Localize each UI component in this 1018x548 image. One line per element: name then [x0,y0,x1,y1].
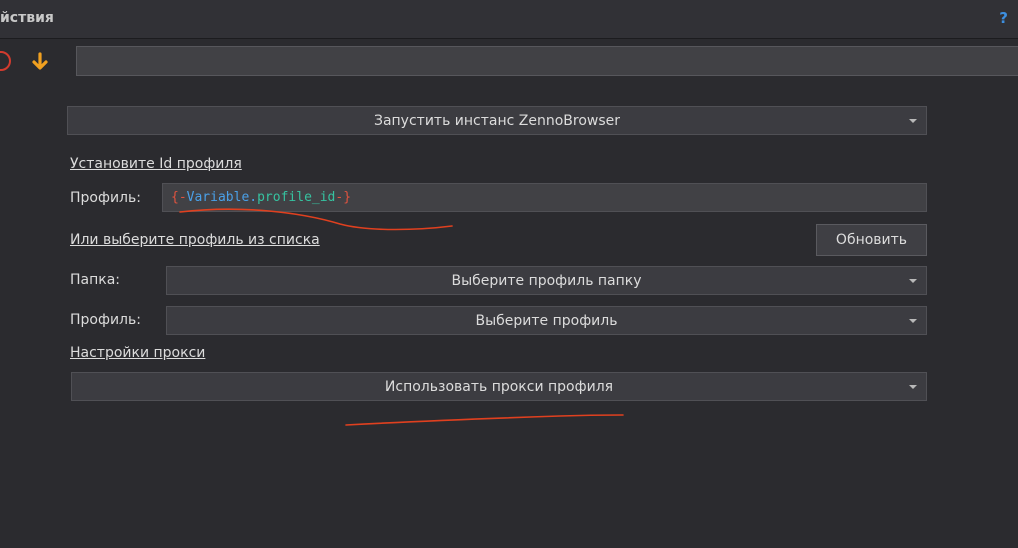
toolbar [0,40,1018,82]
profile-id-label: Профиль: [70,190,141,206]
section-link-profile-list[interactable]: Или выберите профиль из списка [70,232,320,248]
proxy-dropdown-value: Использовать прокси профиля [384,378,614,395]
var-close-brace: -} [335,190,352,205]
profile-label: Профиль: [70,312,141,328]
folder-dropdown[interactable]: Выберите профиль папку [166,266,927,295]
proxy-dropdown[interactable]: Использовать прокси профиля [71,372,927,401]
arrow-down-icon[interactable] [30,52,50,72]
toolbar-input[interactable] [76,46,1018,76]
chevron-down-icon [909,279,917,283]
profile-id-input[interactable]: {-Variable.profile_id-} [162,183,927,212]
action-dropdown[interactable]: Запустить инстанс ZennoBrowser [67,106,927,135]
action-dropdown-value: Запустить инстанс ZennoBrowser [373,112,621,129]
section-link-profile-id[interactable]: Установите Id профиля [70,156,242,172]
panel-title: йствия [0,10,54,26]
section-link-proxy[interactable]: Настройки прокси [70,345,205,361]
chevron-down-icon [909,119,917,123]
panel-title-bar: йствия ? [0,0,1018,39]
chevron-down-icon [909,385,917,389]
annotation-underline-profile-id [179,208,453,231]
chevron-down-icon [909,319,917,323]
profile-dropdown-value: Выберите профиль [475,312,618,329]
var-object: Variable [186,190,250,205]
refresh-button[interactable]: Обновить [816,224,927,256]
annotation-underline-proxy [345,414,624,426]
var-property: profile_id [257,190,336,205]
folder-dropdown-value: Выберите профиль папку [451,272,642,289]
stop-circle-icon[interactable] [0,51,11,71]
var-open-brace: {- [171,190,187,205]
profile-dropdown[interactable]: Выберите профиль [166,306,927,335]
properties-panel: йствия ? Запустить инстанс ZennoBrowser … [0,0,1018,548]
folder-label: Папка: [70,272,121,288]
var-dot: . [249,190,258,205]
help-icon[interactable]: ? [999,9,1008,27]
